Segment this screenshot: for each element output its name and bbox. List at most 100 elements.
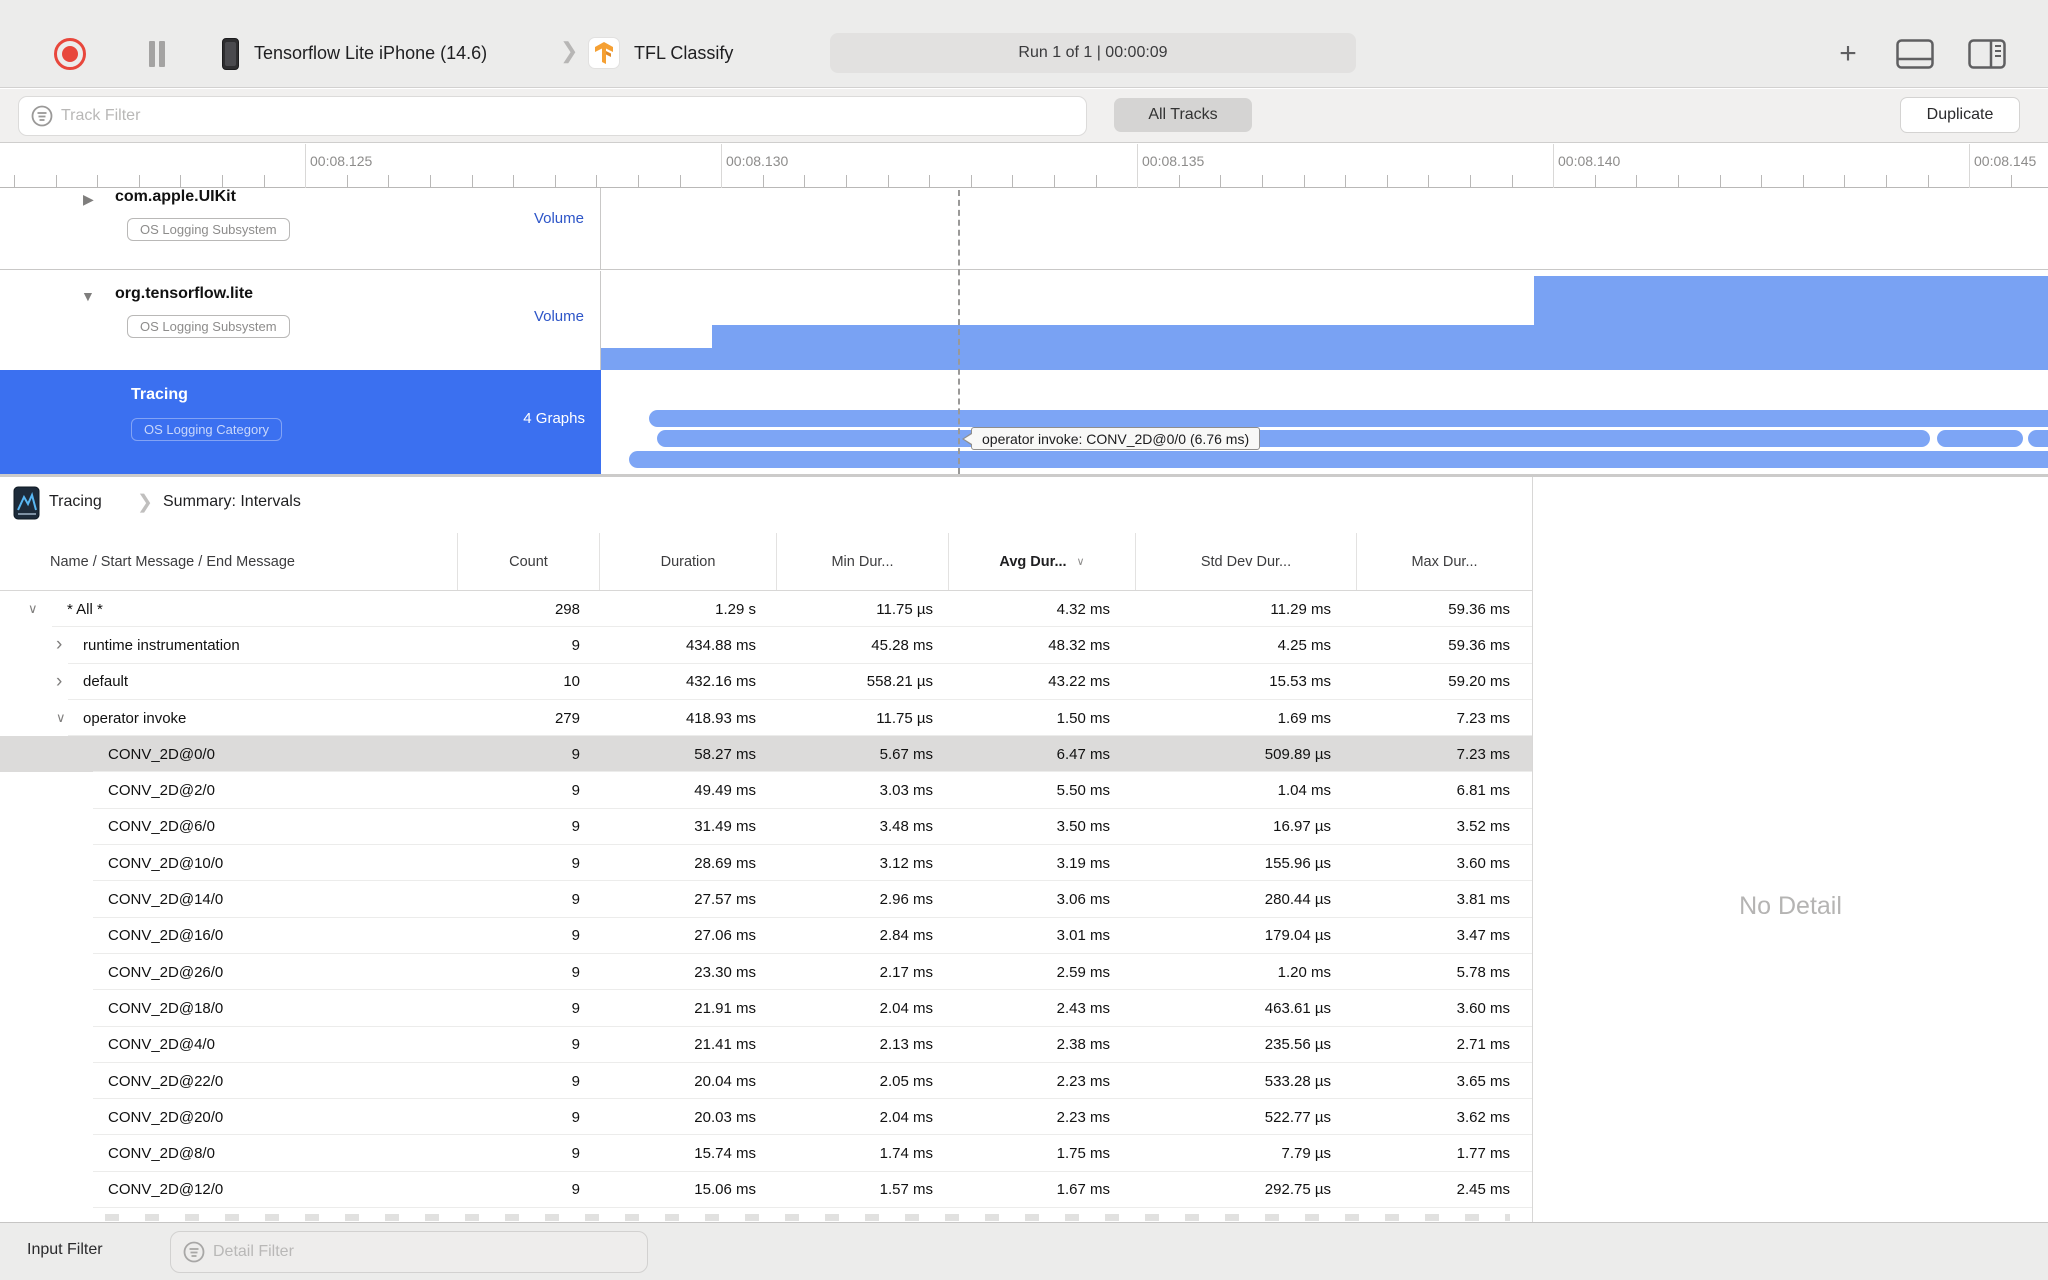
track-row-tensorflow[interactable]: ▼ org.tensorflow.lite OS Logging Subsyst…: [0, 271, 2048, 370]
row-avg-cell: 3.06 ms: [1056, 891, 1110, 909]
row-std-cell: 292.75 µs: [1264, 1181, 1331, 1199]
uikit-lane[interactable]: [601, 188, 2048, 269]
table-row[interactable]: CONV_2D@10/0 9 28.69 ms 3.12 ms 3.19 ms 155.9…: [0, 845, 1532, 882]
track-filter-input[interactable]: Track Filter: [18, 96, 1087, 136]
breadcrumb-page[interactable]: Summary: Intervals: [163, 493, 301, 511]
row-name-cell: CONV_2D@2/0: [108, 782, 215, 800]
row-duration-cell: 23.30 ms: [694, 963, 756, 981]
all-tracks-button[interactable]: All Tracks: [1114, 98, 1252, 132]
playhead-line[interactable]: [958, 190, 960, 474]
table-row[interactable]: › default 10 432.16 ms 558.21 µs 43.22 ms 15.5…: [0, 663, 1532, 700]
ruler-tick: [1844, 175, 1846, 187]
pause-button[interactable]: [146, 41, 168, 67]
timeline-ruler[interactable]: 00:08.125 00:08.130 00:08.135 00:08.140 00:0…: [0, 144, 2048, 188]
run-status-display[interactable]: Run 1 of 1 | 00:00:09: [830, 33, 1356, 73]
table-row[interactable]: CONV_2D@8/0 9 15.74 ms 1.74 ms 1.75 ms 7.79 µ…: [0, 1135, 1532, 1172]
column-header-name[interactable]: Name / Start Message / End Message: [0, 533, 457, 590]
column-header-count[interactable]: Count: [457, 533, 599, 590]
ruler-tick: [430, 175, 431, 187]
interval-bar[interactable]: [657, 430, 1930, 447]
row-std-cell: 463.61 µs: [1264, 999, 1331, 1017]
row-name-cell: CONV_2D@10/0: [108, 854, 224, 872]
track-row-uikit[interactable]: ▶ com.apple.UIKit OS Logging Subsystem V…: [0, 188, 2048, 270]
disclosure-triangle-icon[interactable]: ▶: [83, 191, 94, 208]
ruler-tick: [1178, 175, 1180, 187]
row-duration-cell: 20.03 ms: [694, 1108, 756, 1126]
toggle-bottom-pane-button[interactable]: [1892, 36, 1938, 72]
record-icon: [62, 46, 78, 62]
row-min-cell: 2.17 ms: [879, 963, 933, 981]
row-std-cell: 1.04 ms: [1277, 782, 1331, 800]
track-row-tracing-selected[interactable]: Tracing OS Logging Category 4 Graphs: [0, 370, 2048, 474]
row-name-cell: * All *: [67, 600, 103, 618]
interval-bar[interactable]: [1937, 430, 2023, 447]
device-target-title[interactable]: Tensorflow Lite iPhone (14.6): [254, 43, 487, 64]
row-disclosure-icon[interactable]: ∨: [28, 591, 48, 627]
column-header-mindur[interactable]: Min Dur...: [776, 533, 948, 590]
ruler-tick: [346, 175, 348, 187]
detail-filter-placeholder: Detail Filter: [213, 1243, 294, 1260]
record-button[interactable]: [54, 38, 86, 70]
table-row[interactable]: ∨ operator invoke 279 418.93 ms 11.75 µs 1.50…: [0, 699, 1532, 737]
row-count-cell: 9: [571, 854, 580, 872]
ruler-tick: [1594, 175, 1596, 187]
table-row[interactable]: CONV_2D@4/0 9 21.41 ms 2.13 ms 2.38 ms 235.56…: [0, 1026, 1532, 1063]
add-instrument-button[interactable]: +: [1830, 36, 1866, 72]
interval-bar[interactable]: [629, 451, 2048, 468]
table-row[interactable]: CONV_2D@2/0 9 49.49 ms 3.03 ms 5.50 ms 1.04 m…: [0, 772, 1532, 809]
table-row[interactable]: CONV_2D@20/0 9 20.03 ms 2.04 ms 2.23 ms 522.7…: [0, 1099, 1532, 1136]
table-row[interactable]: ∨ * All * 298 1.29 s 11.75 µs 4.32 ms 11.29 ms…: [0, 591, 1532, 628]
table-row[interactable]: CONV_2D@18/0 9 21.91 ms 2.04 ms 2.43 ms 463.6…: [0, 990, 1532, 1027]
table-row[interactable]: CONV_2D@6/0 9 31.49 ms 3.48 ms 3.50 ms 16.97 …: [0, 808, 1532, 846]
column-header-duration[interactable]: Duration: [599, 533, 776, 590]
table-row[interactable]: CONV_2D@14/0 9 27.57 ms 2.96 ms 3.06 ms 280.4…: [0, 881, 1532, 918]
column-header-stddevdur[interactable]: Std Dev Dur...: [1135, 533, 1356, 590]
breadcrumb-chevron-icon: ❯: [137, 492, 153, 513]
instruments-window: Tensorflow Lite iPhone (14.6) ❯ TFL Clas…: [0, 0, 2048, 1280]
ruler-tick: [1054, 175, 1055, 187]
table-row[interactable]: CONV_2D@0/0 9 58.27 ms 5.67 ms 6.47 ms 509.89…: [0, 736, 1532, 773]
table-row[interactable]: CONV_2D@22/0 9 20.04 ms 2.05 ms 2.23 ms 533.2…: [0, 1062, 1532, 1100]
detail-filter-input[interactable]: Detail Filter: [170, 1231, 648, 1273]
ruler-tick: [596, 175, 598, 187]
row-std-cell: 522.77 µs: [1264, 1108, 1331, 1126]
breadcrumb-root[interactable]: Tracing: [49, 493, 102, 511]
table-row[interactable]: › runtime instrumentation 9 434.88 ms 45.28 …: [0, 627, 1532, 664]
tracing-intervals-lane[interactable]: [601, 370, 2048, 474]
duplicate-button[interactable]: Duplicate: [1900, 97, 2020, 133]
iphone-icon: [222, 38, 239, 70]
row-max-cell: 59.20 ms: [1448, 673, 1510, 691]
table-row[interactable]: CONV_2D@26/0 9 23.30 ms 2.17 ms 2.59 ms 1.20 …: [0, 953, 1532, 991]
ruler-tick: [513, 175, 515, 187]
table-row[interactable]: CONV_2D@16/0 9 27.06 ms 2.84 ms 3.01 ms 179.0…: [0, 917, 1532, 954]
row-min-cell: 1.74 ms: [879, 1145, 933, 1163]
toggle-right-pane-button[interactable]: [1964, 36, 2010, 72]
no-detail-label: No Detail: [1739, 892, 1842, 920]
row-max-cell: 3.47 ms: [1456, 927, 1510, 945]
row-disclosure-icon[interactable]: ›: [56, 664, 76, 700]
row-name-cell: CONV_2D@6/0: [108, 818, 215, 836]
row-avg-cell: 2.38 ms: [1056, 1036, 1110, 1054]
row-disclosure-icon[interactable]: ∨: [56, 700, 76, 736]
column-header-avgdur[interactable]: Avg Dur... ∨: [948, 533, 1135, 590]
row-std-cell: 16.97 µs: [1273, 818, 1331, 836]
disclosure-triangle-icon[interactable]: ▼: [81, 288, 95, 304]
table-row[interactable]: CONV_2D@12/0 9 15.06 ms 1.57 ms 1.67 ms 292.7…: [0, 1171, 1532, 1209]
row-max-cell: 3.60 ms: [1456, 854, 1510, 872]
row-avg-cell: 3.50 ms: [1056, 818, 1110, 836]
app-target-title[interactable]: TFL Classify: [634, 43, 733, 64]
row-disclosure-icon[interactable]: ›: [56, 627, 76, 663]
interval-bar[interactable]: [649, 410, 2048, 427]
row-count-cell: 10: [563, 673, 580, 691]
ruler-gridline: [1969, 144, 1970, 188]
ruler-tick: [14, 175, 15, 187]
interval-bar[interactable]: [2028, 430, 2048, 447]
row-max-cell: 5.78 ms: [1456, 963, 1510, 981]
toolbar: Tensorflow Lite iPhone (14.6) ❯ TFL Clas…: [0, 0, 2048, 88]
volume-histogram-lane[interactable]: [601, 271, 2048, 370]
row-count-cell: 279: [554, 709, 580, 727]
volume-segment: [601, 348, 712, 370]
row-count-cell: 9: [571, 927, 580, 945]
row-count-cell: 9: [571, 782, 580, 800]
column-header-maxdur[interactable]: Max Dur...: [1356, 533, 1532, 590]
